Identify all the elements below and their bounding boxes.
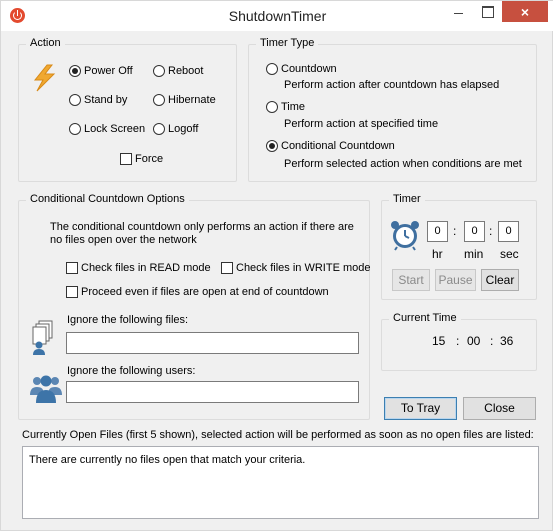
proceed-checkbox-label: Proceed even if files are open at end of… (81, 286, 329, 298)
timer-group-label: Timer (389, 193, 425, 205)
action-group-label: Action (26, 37, 65, 49)
close-button[interactable]: Close (463, 397, 536, 420)
check-read-mode-box (66, 262, 78, 274)
radio-lock-screen[interactable]: Lock Screen (69, 123, 145, 135)
proceed-checkbox[interactable]: Proceed even if files are open at end of… (66, 286, 329, 298)
radio-conditional-countdown-label: Conditional Countdown (281, 140, 395, 152)
sec-label: sec (500, 247, 519, 261)
hr-min-separator: : (453, 224, 457, 238)
radio-lock-screen-indicator (69, 123, 81, 135)
radio-power-off-indicator (69, 65, 81, 77)
radio-countdown-indicator (266, 63, 278, 75)
radio-hibernate-indicator (153, 94, 165, 106)
check-write-mode-checkbox[interactable]: Check files in WRITE mode (221, 262, 370, 274)
check-read-mode-label: Check files in READ mode (81, 262, 211, 274)
pause-button[interactable]: Pause (435, 269, 476, 291)
current-time-hours: 15 (432, 334, 446, 348)
lightning-icon (33, 64, 56, 92)
radio-reboot-indicator (153, 65, 165, 77)
radio-reboot-label: Reboot (168, 65, 204, 77)
radio-stand-by[interactable]: Stand by (69, 94, 127, 106)
radio-reboot[interactable]: Reboot (153, 65, 203, 77)
time-description: Perform action at specified time (284, 118, 439, 130)
radio-countdown[interactable]: Countdown (266, 63, 337, 75)
close-window-button[interactable]: × (502, 1, 548, 22)
force-checkbox-box (120, 153, 132, 165)
conditional-description-line2: no files open over the network (50, 234, 197, 246)
force-checkbox-label: Force (135, 153, 164, 165)
force-checkbox[interactable]: Force (120, 153, 163, 165)
check-write-mode-box (221, 262, 233, 274)
min-label: min (464, 247, 484, 261)
current-time-seconds: 36 (500, 334, 514, 348)
radio-power-off-label: Power Off (84, 65, 133, 77)
to-tray-button[interactable]: To Tray (384, 397, 457, 420)
alarm-clock-icon (391, 221, 419, 251)
radio-stand-by-label: Stand by (84, 94, 128, 106)
radio-time-label: Time (281, 101, 306, 113)
radio-power-off[interactable]: Power Off (69, 65, 133, 77)
start-button[interactable]: Start (392, 269, 430, 291)
current-time-group-label: Current Time (389, 312, 461, 324)
min-sec-separator: : (489, 224, 493, 238)
title-bar: ShutdownTimer × (1, 1, 553, 31)
radio-stand-by-indicator (69, 94, 81, 106)
timer-type-group-label: Timer Type (256, 37, 319, 49)
conditional-description-line1: The conditional countdown only performs … (50, 221, 354, 233)
hr-label: hr (432, 247, 443, 261)
radio-conditional-countdown-indicator (266, 140, 278, 152)
conditional-options-group-label: Conditional Countdown Options (26, 193, 189, 205)
check-read-mode-checkbox[interactable]: Check files in READ mode (66, 262, 211, 274)
maximize-button[interactable] (474, 1, 501, 22)
clear-button[interactable]: Clear (481, 269, 519, 291)
open-files-label: Currently Open Files (first 5 shown), se… (22, 429, 534, 441)
radio-logoff-label: Logoff (168, 123, 199, 135)
shutdown-timer-window: ShutdownTimer × Action Power Off Reboot … (0, 0, 553, 531)
close-icon: × (520, 4, 530, 20)
radio-time[interactable]: Time (266, 101, 305, 113)
minimize-button[interactable] (445, 1, 472, 22)
minutes-input[interactable]: 0 (464, 221, 485, 242)
conditional-countdown-description: Perform selected action when conditions … (284, 158, 522, 170)
radio-hibernate-label: Hibernate (168, 94, 216, 106)
proceed-checkbox-box (66, 286, 78, 298)
seconds-input[interactable]: 0 (498, 221, 519, 242)
countdown-description: Perform action after countdown has elaps… (284, 79, 500, 91)
current-time-minutes: 00 (467, 334, 481, 348)
radio-logoff-indicator (153, 123, 165, 135)
radio-conditional-countdown[interactable]: Conditional Countdown (266, 140, 395, 152)
radio-time-indicator (266, 101, 278, 113)
ignore-files-input[interactable] (66, 332, 359, 354)
radio-lock-screen-label: Lock Screen (84, 123, 146, 135)
radio-hibernate[interactable]: Hibernate (153, 94, 216, 106)
ignore-users-input[interactable] (66, 381, 359, 403)
open-files-status: There are currently no files open that m… (29, 454, 306, 466)
current-time-separator-2: : (490, 334, 494, 348)
radio-countdown-label: Countdown (281, 63, 337, 75)
radio-logoff[interactable]: Logoff (153, 123, 198, 135)
ignore-files-label: Ignore the following files: (67, 314, 189, 326)
hours-input[interactable]: 0 (427, 221, 448, 242)
ignore-users-label: Ignore the following users: (67, 365, 196, 377)
users-icon (30, 375, 62, 403)
open-files-list[interactable]: There are currently no files open that m… (22, 446, 539, 519)
current-time-separator-1: : (456, 334, 460, 348)
check-write-mode-label: Check files in WRITE mode (236, 262, 371, 274)
file-user-icon (32, 320, 53, 355)
